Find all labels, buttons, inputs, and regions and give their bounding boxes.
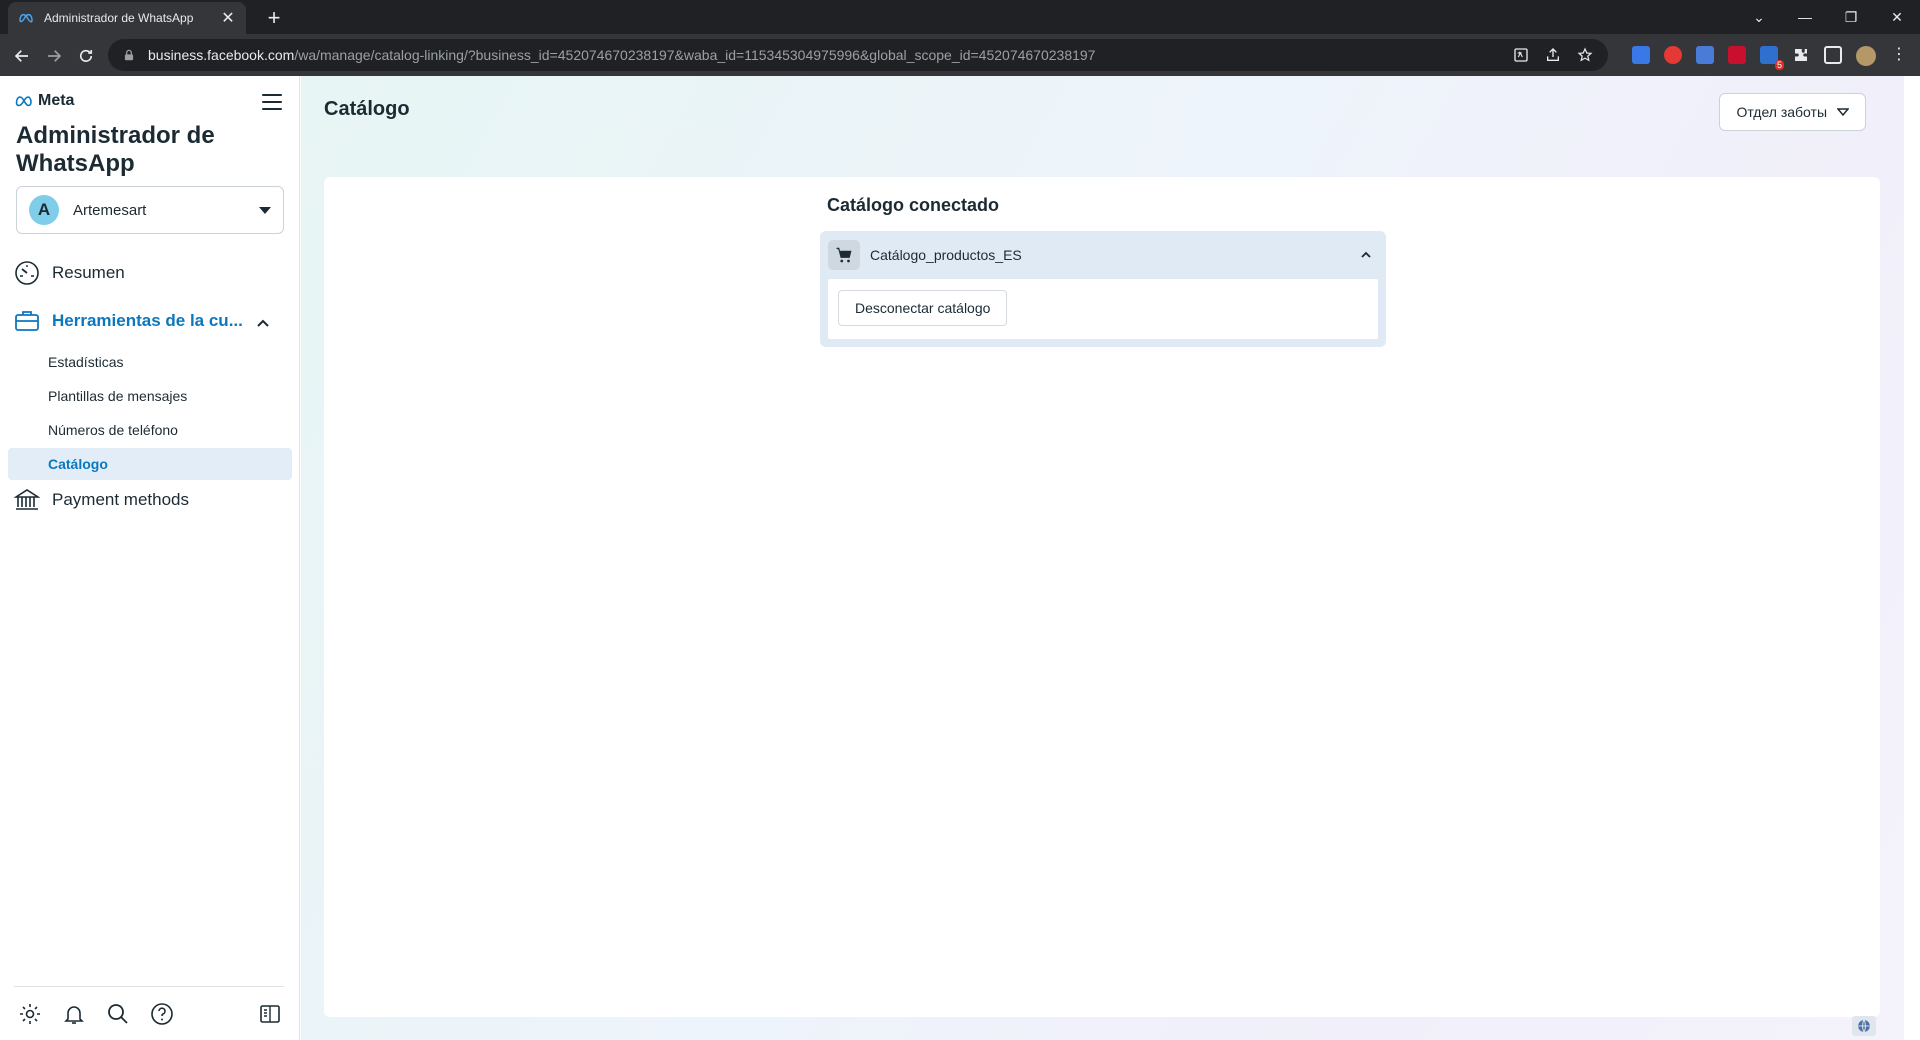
extension-docs-icon[interactable] [1696,46,1714,64]
nav-overview-label: Resumen [52,263,125,282]
bank-icon [14,489,40,510]
account-selector[interactable]: A Artemesart [16,186,284,234]
arrow-left-icon [14,50,28,62]
lock-icon [124,49,134,61]
arrow-right-icon [48,50,62,62]
browser-tab-strip: Administrador de WhatsApp ✕ + ⌄ — ❐ ✕ [0,0,1920,34]
sidebar-item-label: Números de teléfono [48,422,178,438]
address-bar[interactable]: business.facebook.com/wa/manage/catalog-… [108,39,1608,71]
sidebar-item-label: Plantillas de mensajes [48,388,188,404]
page-scrollbar[interactable] [1904,76,1920,1040]
speedometer-icon [15,261,39,285]
nav-payment-methods[interactable]: Payment methods [14,487,189,513]
sidebar-item-message-templates[interactable]: Plantillas de mensajes [8,380,292,412]
sidebar-item-statistics[interactable]: Estadísticas [8,346,292,378]
catalog-accordion-header[interactable]: Catálogo_productos_ES [828,239,1378,271]
connected-catalog-heading: Catálogo conectado [827,195,1000,215]
nav-overview[interactable]: Resumen [14,260,125,286]
back-button[interactable] [8,42,36,70]
sidebar: Meta Administrador de WhatsApp A Artemes… [0,76,300,1040]
nav-account-tools[interactable]: Herramientas de la cu... [14,308,243,334]
chevron-up-icon[interactable] [1360,249,1372,261]
sidebar-item-phone-numbers[interactable]: Números de teléfono [8,414,292,446]
translate-icon[interactable] [1512,46,1530,64]
url-text: business.facebook.com/wa/manage/catalog-… [148,47,1095,63]
help-icon[interactable] [150,1002,174,1026]
side-panel-icon[interactable] [1824,46,1842,64]
caret-down-icon [259,206,271,214]
reload-button[interactable] [72,42,100,70]
meta-logo[interactable]: Meta [15,92,74,110]
browser-tab[interactable]: Administrador de WhatsApp ✕ [8,2,246,34]
connected-catalog-panel: Catálogo_productos_ES Desconectar catálo… [820,231,1386,347]
tab-search-icon[interactable]: ⌄ [1736,0,1782,34]
main-content: Catálogo Отдел заботы Catálogo conectado… [301,76,1904,1040]
url-host: business.facebook.com [148,47,295,63]
sidebar-item-label: Estadísticas [48,354,124,370]
nav-account-tools-label: Herramientas de la cu... [52,311,243,330]
forward-button[interactable] [40,42,68,70]
extension-badge: 5 [1774,60,1784,70]
briefcase-icon [15,311,39,331]
meta-logo-text: Meta [38,92,75,109]
globe-icon[interactable] [1852,1016,1876,1036]
account-name: Artemesart [73,201,147,219]
catalog-name: Catálogo_productos_ES [870,247,1022,263]
meta-infinity-icon [15,96,32,107]
app-title: Administrador de WhatsApp [16,122,215,177]
shopping-cart-icon [836,247,852,263]
share-icon[interactable] [1544,46,1562,64]
url-path: /wa/manage/catalog-linking/?business_id=… [294,47,1096,63]
account-avatar: A [29,195,59,225]
nav-payment-methods-label: Payment methods [52,490,190,509]
panel-toggle-icon[interactable] [258,1002,282,1026]
restore-button[interactable]: ❐ [1828,0,1874,34]
sidebar-item-label: Catálogo [48,456,108,472]
extension-translate-icon[interactable] [1632,46,1650,64]
bell-icon[interactable] [62,1002,86,1026]
page-title: Catálogo [324,98,410,120]
department-label: Отдел заботы [1736,104,1827,120]
triangle-down-icon [1837,108,1849,117]
catalog-accordion-body: Desconectar catálogo [828,279,1378,339]
adblock-icon[interactable] [1664,46,1682,64]
meta-favicon-icon [19,13,33,23]
menu-toggle-icon[interactable] [262,94,282,112]
sidebar-item-catalog[interactable]: Catálogo [8,448,292,480]
reload-icon [79,49,93,62]
search-icon[interactable] [106,1002,130,1026]
tab-title: Administrador de WhatsApp [44,11,194,25]
extensions-puzzle-icon[interactable] [1792,46,1810,64]
omnibox-actions [1512,46,1594,64]
disconnect-catalog-button[interactable]: Desconectar catálogo [838,290,1008,326]
minimize-button[interactable]: — [1782,0,1828,34]
browser-toolbar: business.facebook.com/wa/manage/catalog-… [0,34,1920,76]
gear-icon[interactable] [18,1002,42,1026]
bookmark-star-icon[interactable] [1576,46,1594,64]
extension-person-icon[interactable]: 5 [1760,46,1784,70]
cart-icon-container [828,240,860,270]
extension-video-icon[interactable] [1728,46,1746,64]
close-tab-icon[interactable]: ✕ [220,8,236,28]
new-tab-button[interactable]: + [260,4,288,32]
catalog-card: Catálogo conectado Catálogo_productos_ES… [324,177,1880,1017]
department-dropdown-button[interactable]: Отдел заботы [1719,93,1866,131]
browser-menu-icon[interactable]: ⋮ [1890,46,1908,64]
close-window-button[interactable]: ✕ [1874,0,1920,34]
sidebar-footer-divider [14,986,284,987]
profile-avatar[interactable] [1856,46,1876,66]
chevron-up-icon[interactable] [256,316,270,330]
